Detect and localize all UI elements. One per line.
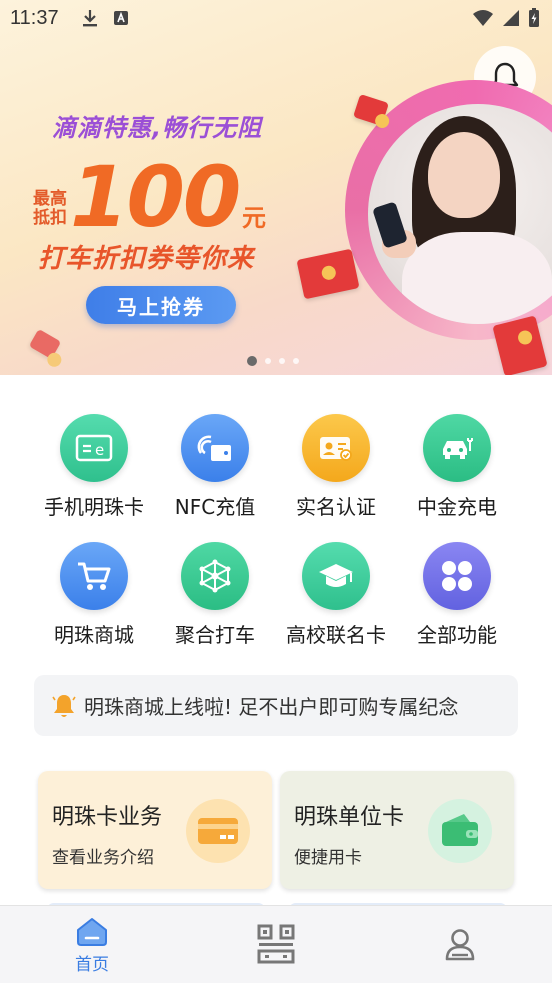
- grid-item-mobile-card[interactable]: e 手机明珠卡: [25, 414, 163, 520]
- grid-item-nfc[interactable]: NFC充值: [146, 414, 284, 520]
- promo-subtitle: 打车折扣券等你来: [38, 244, 255, 274]
- wifi-icon: [473, 10, 493, 26]
- nav-label-home: 首页: [75, 955, 109, 975]
- ev-car-icon: [423, 414, 491, 482]
- id-card-icon: [302, 414, 370, 482]
- battery-charging-icon: [529, 8, 539, 27]
- signal-icon: [503, 10, 519, 26]
- wallet-icon: [428, 799, 492, 863]
- nav-item-profile[interactable]: [400, 928, 520, 962]
- grid-item-label: 聚合打车: [175, 623, 255, 647]
- grid-item-ev-charging[interactable]: 中金充电: [388, 414, 526, 520]
- cart-icon: [60, 542, 128, 610]
- promo-amount: 100: [70, 148, 241, 246]
- home-icon: [77, 918, 107, 946]
- nav-item-home[interactable]: 首页: [32, 916, 152, 975]
- a-notification-icon: [113, 11, 128, 25]
- nav-item-qr-code[interactable]: [216, 924, 336, 964]
- function-grid: e 手机明珠卡 NFC充值 实名认证 中金充电 明珠商城 聚合打车 高校联名卡 …: [0, 375, 552, 665]
- network-icon: [181, 542, 249, 610]
- card-mingzhu-business[interactable]: 明珠卡业务 查看业务介绍: [38, 771, 272, 889]
- grid-item-label: NFC充值: [174, 495, 256, 519]
- red-envelope-icon: [353, 93, 389, 127]
- card-title: 明珠卡业务: [52, 805, 163, 830]
- nfc-icon: [181, 414, 249, 482]
- promo-slogan: 滴滴特惠,畅行无阻: [52, 114, 263, 142]
- bank-card-icon: [186, 799, 250, 863]
- card-subtitle: 查看业务介绍: [52, 848, 154, 868]
- carousel-dot[interactable]: [265, 358, 271, 364]
- download-icon: [82, 10, 97, 27]
- graduation-cap-icon: [302, 542, 370, 610]
- announcement-bar[interactable]: 明珠商城上线啦! 足不出户即可购专属纪念: [34, 675, 518, 736]
- red-envelope-icon: [296, 248, 360, 300]
- grid-item-campus-card[interactable]: 高校联名卡: [267, 542, 405, 648]
- svg-text:e: e: [95, 441, 104, 459]
- grid-item-all-functions[interactable]: 全部功能: [388, 542, 526, 648]
- grid-item-label: 全部功能: [417, 623, 497, 647]
- announcement-text: 明珠商城上线啦! 足不出户即可购专属纪念: [84, 695, 459, 719]
- red-envelope-icon: [28, 328, 62, 360]
- status-time: 11:37: [10, 6, 59, 29]
- card-subtitle: 便捷用卡: [294, 848, 362, 868]
- promo-banner[interactable]: 11:37 滴滴特惠,畅行无阻 最高抵扣 100 元 打车折扣券等你来 马上抢券: [0, 0, 552, 375]
- grid-item-label: 高校联名卡: [286, 623, 386, 647]
- bottom-nav: 首页: [0, 905, 552, 983]
- phone-illustration: [372, 201, 408, 249]
- promo-unit: 元: [242, 204, 266, 232]
- apps-icon: [423, 542, 491, 610]
- grid-item-label: 实名认证: [296, 495, 376, 519]
- qr-code-icon: [257, 924, 295, 964]
- user-icon: [445, 929, 475, 961]
- card-icon: e: [60, 414, 128, 482]
- grid-item-taxi[interactable]: 聚合打车: [146, 542, 284, 648]
- card-mingzhu-unit[interactable]: 明珠单位卡 便捷用卡: [280, 771, 514, 889]
- grid-item-label: 中金充电: [417, 495, 497, 519]
- grid-item-label: 手机明珠卡: [44, 495, 144, 519]
- grab-coupon-button[interactable]: 马上抢券: [86, 286, 236, 324]
- bell-icon: [52, 694, 76, 717]
- grid-item-real-name-auth[interactable]: 实名认证: [267, 414, 405, 520]
- carousel-indicator: [247, 356, 299, 366]
- promo-prefix: 最高抵扣: [33, 189, 67, 228]
- status-icons-left: [81, 8, 129, 28]
- carousel-dot[interactable]: [279, 358, 285, 364]
- carousel-dot[interactable]: [247, 356, 257, 366]
- carousel-dot[interactable]: [293, 358, 299, 364]
- status-icons-right: [472, 8, 540, 28]
- card-title: 明珠单位卡: [294, 805, 405, 830]
- grid-item-mall[interactable]: 明珠商城: [25, 542, 163, 648]
- status-bar: 11:37: [0, 0, 552, 36]
- red-envelope-icon: [492, 315, 548, 375]
- grid-item-label: 明珠商城: [54, 623, 134, 647]
